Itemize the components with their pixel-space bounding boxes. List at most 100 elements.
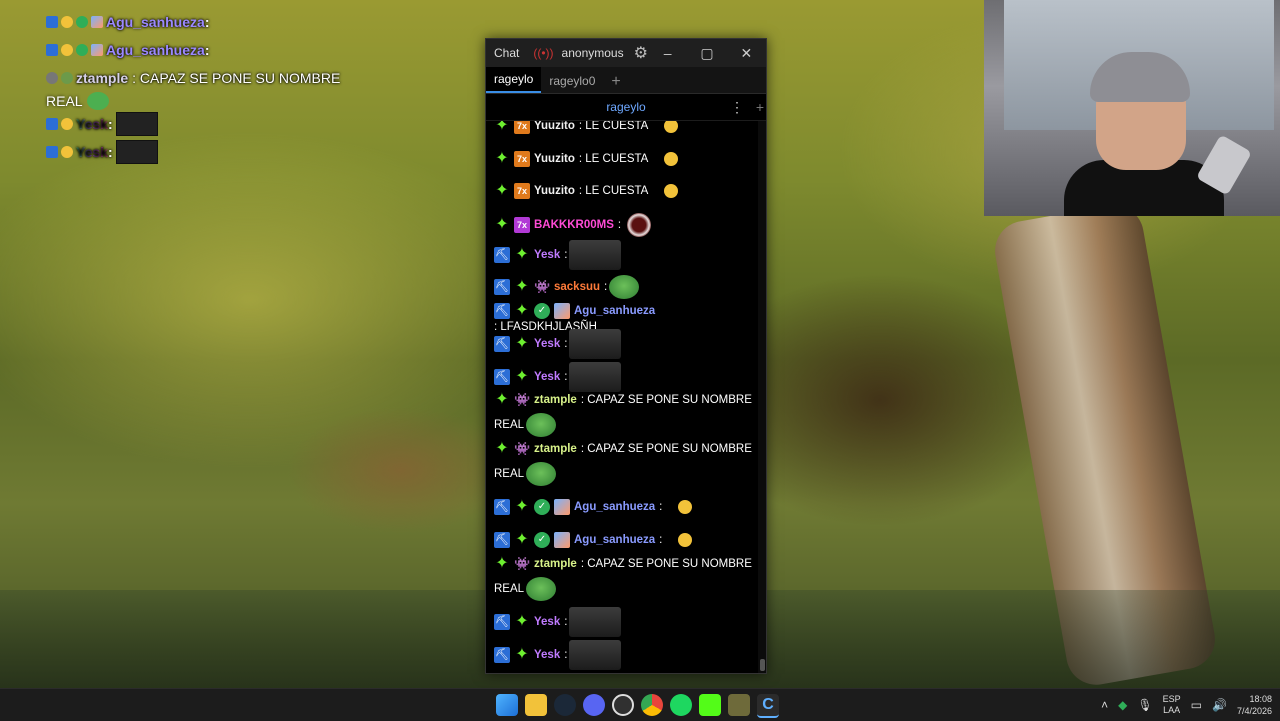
chat-message[interactable]: ✦ 7x Yuuzito : LE CUESTA [494, 151, 752, 167]
broadcast-icon[interactable]: ((•)) [533, 46, 553, 60]
pickaxe-badge-icon [46, 118, 58, 130]
chat-message[interactable]: ⛏ ✦ Yesk : [494, 640, 752, 670]
chat-message[interactable]: ⛏ ✦ Yesk : [494, 329, 752, 359]
username[interactable]: ztample [534, 556, 577, 572]
moon-badge-icon [46, 72, 58, 84]
input-language[interactable]: ESP LAA [1163, 694, 1181, 716]
overlay-line-continuation: REAL [46, 92, 366, 110]
pickaxe-badge-icon: ⛏ [494, 247, 510, 263]
overlay-line: Agu_sanhueza: [46, 8, 366, 36]
gear-icon[interactable]: ⚙ [634, 43, 648, 63]
title-bar[interactable]: Chat ((•)) anonymous ⚙ – ▢ ✕ [486, 39, 766, 67]
account-button[interactable]: anonymous [562, 46, 624, 60]
overlay-line: Yesk: [46, 110, 366, 138]
message-text: : [659, 534, 663, 546]
username[interactable]: sacksuu [554, 279, 600, 295]
kick-icon[interactable] [699, 694, 721, 716]
smiley-badge-icon [61, 44, 73, 56]
stream-chat-overlay: Agu_sanhueza: Agu_sanhueza: ztample : CA… [46, 8, 366, 166]
tab-rageylo[interactable]: rageylo [486, 67, 542, 93]
chatterino-icon[interactable]: C [757, 694, 779, 718]
art-badge-icon [91, 44, 103, 56]
overlay-line: ztample : CAPAZ SE PONE SU NOMBRE [46, 64, 366, 92]
username[interactable]: Yuuzito [534, 151, 575, 167]
file-explorer-icon[interactable] [525, 694, 547, 716]
laughing-emote-icon [664, 121, 679, 133]
chevron-up-icon[interactable]: ˄ [1101, 698, 1108, 712]
discord-icon[interactable] [583, 694, 605, 716]
minimize-button[interactable]: – [648, 45, 687, 61]
add-tab-button[interactable]: + [603, 71, 628, 93]
alien-badge-icon: 👾 [534, 279, 551, 294]
maximize-button[interactable]: ▢ [687, 45, 726, 62]
scrollbar-thumb[interactable] [760, 659, 765, 671]
chat-message[interactable]: ⛏ ✦ Yesk : [494, 607, 752, 637]
username[interactable]: Agu_sanhueza [574, 303, 655, 319]
spotify-icon[interactable] [670, 694, 692, 716]
username[interactable]: Agu_sanhueza [574, 499, 655, 515]
message-text: : LE CUESTA [578, 121, 649, 132]
message-text: : [564, 649, 568, 661]
username[interactable]: Agu_sanhueza [574, 532, 655, 548]
chat-message[interactable]: ✦ 👾 ztample : CAPAZ SE PONE SU NOMBRE [494, 556, 752, 572]
message-text: : CAPAZ SE PONE SU NOMBRE [580, 558, 752, 570]
close-button[interactable]: ✕ [727, 45, 766, 62]
art-badge-icon [91, 16, 103, 28]
username[interactable]: Yesk [534, 647, 560, 663]
alien-badge-icon [61, 72, 73, 84]
alien-badge-icon: 👾 [514, 441, 531, 456]
obs-icon[interactable] [612, 694, 634, 716]
art-badge-icon [554, 303, 570, 319]
volume-icon[interactable]: 🔊 [1212, 698, 1227, 712]
chat-message[interactable]: ✦ 👾 ztample : CAPAZ SE PONE SU NOMBRE [494, 392, 752, 408]
overlay-colon: : [204, 14, 210, 30]
clock[interactable]: 18:08 7/4/2026 [1237, 693, 1272, 717]
chat-message[interactable]: ⛏ ✦ Yesk : [494, 240, 752, 270]
microphone-icon[interactable]: 🎙 [1137, 698, 1152, 712]
subscriber-badge-icon: 7x [514, 151, 530, 167]
scrollbar[interactable] [758, 121, 766, 673]
pickaxe-badge-icon [46, 16, 58, 28]
pepe-emote-icon [86, 92, 109, 110]
username[interactable]: ztample [534, 392, 577, 408]
alien-badge-icon: 👾 [514, 392, 531, 407]
chat-message[interactable]: ✦ 7x BAKKKR00MS : [494, 213, 752, 237]
username[interactable]: Yuuzito [534, 183, 575, 199]
username[interactable]: Yuuzito [534, 121, 575, 134]
pickaxe-badge-icon [46, 44, 58, 56]
star-badge-icon: ✦ [495, 391, 509, 408]
username[interactable]: Yesk [534, 336, 560, 352]
username[interactable]: BAKKKR00MS [534, 217, 614, 233]
verified-badge-icon [76, 16, 88, 28]
chat-message[interactable]: ⛏ ✦ ✓ Agu_sanhueza : [494, 499, 752, 515]
channel-name[interactable]: rageylo [606, 100, 645, 114]
username[interactable]: Yesk [534, 247, 560, 263]
subscriber-badge-icon: 7x [514, 183, 530, 199]
channel-header: rageylo ⋮ + [486, 94, 766, 121]
app-icon[interactable] [728, 694, 750, 716]
smiley-badge-icon [61, 118, 73, 130]
message-continuation: REAL [494, 462, 557, 486]
overlay-colon: : [204, 42, 210, 58]
chrome-icon[interactable] [641, 694, 663, 716]
windows-start-icon[interactable] [496, 694, 518, 716]
username[interactable]: Yesk [534, 369, 560, 385]
username[interactable]: ztample [534, 441, 577, 457]
chat-message[interactable]: ✦ 7x Yuuzito : LE CUESTA [494, 121, 752, 134]
message-text: : LE CUESTA [578, 153, 649, 165]
chat-message[interactable]: ⛏ ✦ 👾 sacksuu : [494, 275, 752, 299]
tab-rageylo0[interactable]: rageylo0 [541, 69, 603, 93]
smiley-badge-icon [61, 146, 73, 158]
add-split-button[interactable]: + [756, 99, 764, 115]
chat-message[interactable]: ⛏ ✦ Yesk : [494, 362, 752, 392]
chat-message[interactable]: ⛏ ✦ ✓ Agu_sanhueza : [494, 532, 752, 548]
message-list[interactable]: ✦ 7x Yuuzito : LE CUESTA ✦ 7x Yuuzito : … [486, 121, 756, 673]
chat-message[interactable]: ✦ 👾 ztample : CAPAZ SE PONE SU NOMBRE [494, 441, 752, 457]
steam-icon[interactable] [554, 694, 576, 716]
channel-menu-button[interactable]: ⋮ [730, 99, 744, 116]
chat-message[interactable]: ✦ 7x Yuuzito : LE CUESTA [494, 183, 752, 199]
security-icon[interactable]: ◆ [1118, 698, 1127, 712]
username[interactable]: Yesk [534, 614, 560, 630]
webcam-feed [984, 0, 1280, 216]
network-icon[interactable]: ▭ [1191, 698, 1202, 712]
